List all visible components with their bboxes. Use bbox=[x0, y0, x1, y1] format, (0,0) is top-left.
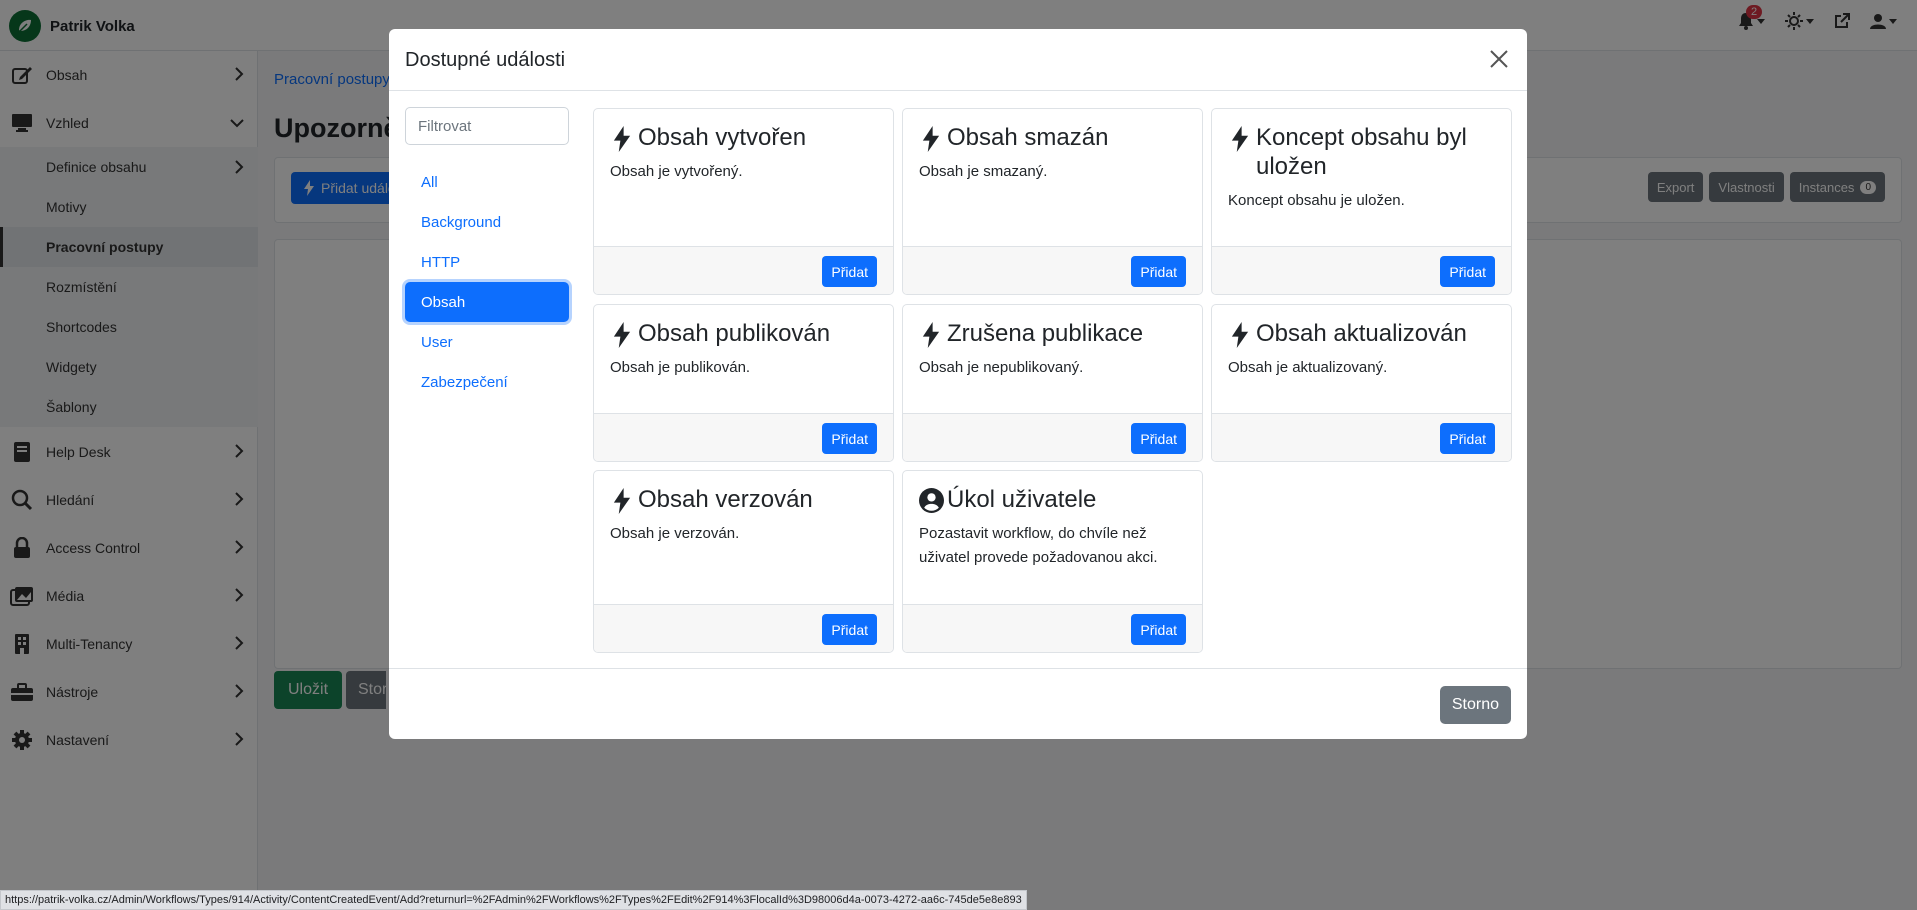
event-description: Obsah je verzován. bbox=[610, 525, 740, 542]
bolt-icon bbox=[1228, 319, 1254, 348]
user-circle-icon bbox=[919, 485, 945, 514]
event-card: Obsah verzován Obsah je verzován. Přidat bbox=[593, 470, 894, 653]
status-bar-url: https://patrik-volka.cz/Admin/Workflows/… bbox=[0, 890, 1027, 910]
modal-header: Dostupné události bbox=[389, 29, 1527, 91]
add-event-button[interactable]: Přidat bbox=[1131, 256, 1186, 287]
add-event-button[interactable]: Přidat bbox=[822, 614, 877, 645]
event-card: Koncept obsahu byl uložen Koncept obsahu… bbox=[1211, 108, 1512, 295]
bolt-icon bbox=[919, 319, 945, 348]
add-event-button[interactable]: Přidat bbox=[1131, 423, 1186, 454]
event-description: Obsah je vytvořený. bbox=[610, 163, 743, 180]
add-event-button[interactable]: Přidat bbox=[822, 423, 877, 454]
bolt-icon bbox=[1228, 123, 1254, 181]
category-obsah[interactable]: Obsah bbox=[405, 282, 569, 322]
add-event-button[interactable]: Přidat bbox=[1440, 256, 1495, 287]
event-title: Zrušena publikace bbox=[947, 320, 1144, 347]
event-title: Obsah vytvořen bbox=[638, 124, 807, 151]
category-all[interactable]: All bbox=[405, 162, 569, 202]
event-description: Obsah je publikován. bbox=[610, 359, 751, 376]
bolt-icon bbox=[610, 123, 636, 152]
event-title: Obsah verzován bbox=[638, 486, 813, 513]
category-user[interactable]: User bbox=[405, 322, 569, 362]
add-event-button[interactable]: Přidat bbox=[1440, 423, 1495, 454]
event-title: Obsah publikován bbox=[638, 320, 831, 347]
event-description: Obsah je smazaný. bbox=[919, 163, 1048, 180]
close-icon bbox=[1490, 50, 1508, 68]
event-card: Obsah publikován Obsah je publikován. Př… bbox=[593, 304, 894, 462]
modal-title: Dostupné události bbox=[405, 49, 566, 71]
category-background[interactable]: Background bbox=[405, 202, 569, 242]
event-title: Úkol uživatele bbox=[947, 486, 1097, 513]
bolt-icon bbox=[919, 123, 945, 152]
category-zabezpeceni[interactable]: Zabezpečení bbox=[405, 362, 569, 402]
add-event-button[interactable]: Přidat bbox=[1131, 614, 1186, 645]
bolt-icon bbox=[610, 319, 636, 348]
add-event-button[interactable]: Přidat bbox=[822, 256, 877, 287]
modal-footer: Storno bbox=[389, 668, 1527, 739]
event-description: Pozastavit workflow, do chvíle než uživa… bbox=[919, 525, 1158, 566]
event-card: Zrušena publikace Obsah je nepublikovaný… bbox=[902, 304, 1203, 462]
event-title: Obsah smazán bbox=[947, 124, 1109, 151]
event-description: Obsah je nepublikovaný. bbox=[919, 359, 1084, 376]
available-events-modal: Dostupné události All Background HTTP Ob… bbox=[389, 29, 1527, 739]
category-http[interactable]: HTTP bbox=[405, 242, 569, 282]
event-description: Obsah je aktualizovaný. bbox=[1228, 359, 1388, 376]
bolt-icon bbox=[610, 485, 636, 514]
event-card: Obsah vytvořen Obsah je vytvořený. Přida… bbox=[593, 108, 894, 295]
event-card: Úkol uživatele Pozastavit workflow, do c… bbox=[902, 470, 1203, 653]
close-button[interactable] bbox=[1487, 47, 1511, 71]
event-title: Obsah aktualizován bbox=[1256, 320, 1467, 347]
cancel-button[interactable]: Storno bbox=[1439, 686, 1511, 724]
event-title: Koncept obsahu byl uložen bbox=[1256, 124, 1467, 180]
filter-input[interactable] bbox=[405, 107, 569, 145]
event-card: Obsah smazán Obsah je smazaný. Přidat bbox=[902, 108, 1203, 295]
event-card: Obsah aktualizován Obsah je aktualizovan… bbox=[1211, 304, 1512, 462]
event-description: Koncept obsahu je uložen. bbox=[1228, 192, 1405, 209]
